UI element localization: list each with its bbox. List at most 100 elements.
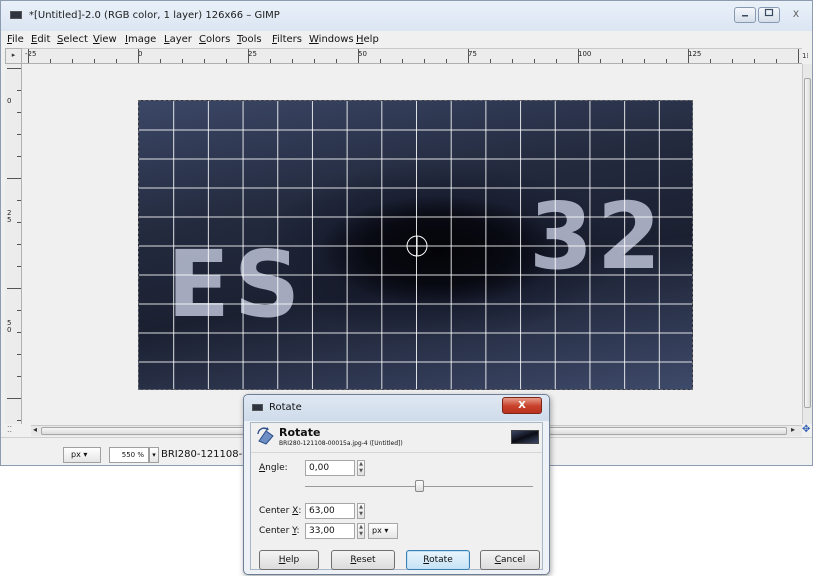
rotate-tool-icon (257, 427, 274, 445)
ruler-tick (204, 59, 205, 63)
ruler-tick (380, 59, 381, 63)
minimize-icon (742, 15, 748, 17)
spin-down-icon: ▼ (359, 531, 363, 537)
dialog-title: Rotate (269, 402, 302, 413)
ruler-tick (468, 49, 469, 63)
navigate-icon[interactable]: ✥ (802, 425, 812, 436)
maximize-button[interactable] (758, 7, 780, 23)
scroll-right-icon[interactable]: ▸ (791, 425, 795, 434)
angle-input[interactable]: 0,00 (305, 460, 355, 476)
center-x-spinner[interactable]: ▲ ▼ (357, 503, 365, 519)
ruler-tick (424, 59, 425, 63)
image-thumbnail (511, 430, 539, 444)
ruler-tick (28, 49, 29, 63)
rotate-dialog: Rotate X Rotate BRI280-121108-00015a.jpg… (243, 394, 550, 575)
quick-mask-icon[interactable]: ⁚⁚ (7, 425, 21, 436)
center-x-label: Center X: (259, 506, 302, 516)
image-layer[interactable]: ES 32 (138, 100, 693, 390)
window-title: *[Untitled]-2.0 (RGB color, 1 layer) 126… (29, 10, 280, 21)
menu-layer[interactable]: Layer (164, 34, 192, 45)
center-y-input[interactable]: 33,00 (305, 523, 355, 539)
menu-tools[interactable]: Tools (237, 34, 262, 45)
ruler-tick (754, 59, 755, 63)
menu-view[interactable]: View (93, 34, 117, 45)
dialog-subheading: BRI280-121108-00015a.jpg-4 ([Untitled]) (279, 440, 403, 447)
minimize-button[interactable] (734, 7, 756, 23)
menu-bar: File Edit Select View Image Layer Colors… (1, 32, 812, 48)
ruler-tick (17, 112, 21, 113)
dialog-close-button[interactable]: X (502, 397, 542, 414)
menu-image[interactable]: Image (125, 34, 156, 45)
ruler-tick (534, 59, 535, 63)
ruler-tick (248, 49, 249, 63)
ruler-tick (17, 200, 21, 201)
ruler-tick (578, 49, 579, 63)
ruler-tick (138, 49, 139, 63)
ruler-tick (17, 266, 21, 267)
reset-button[interactable]: Reset (331, 550, 395, 570)
ruler-label: 0 (7, 97, 12, 105)
ruler-tick (17, 354, 21, 355)
angle-slider-handle[interactable] (414, 480, 424, 492)
menu-file[interactable]: File (7, 34, 24, 45)
center-unit-select[interactable]: px ▾ (368, 523, 398, 539)
ruler-tick (7, 178, 21, 179)
menu-select[interactable]: Select (57, 34, 88, 45)
ruler-tick (17, 376, 21, 377)
center-x-input[interactable]: 63,00 (305, 503, 355, 519)
ruler-tick (7, 288, 21, 289)
menu-help[interactable]: Help (356, 34, 379, 45)
ruler-tick (314, 59, 315, 63)
ruler-tick (72, 59, 73, 63)
ruler-tick (17, 244, 21, 245)
spin-down-icon: ▼ (359, 468, 363, 474)
ruler-tick (358, 49, 359, 63)
ruler-label: 125 (688, 50, 702, 58)
ruler-label: 100 (578, 50, 592, 58)
menu-windows[interactable]: Windows (309, 34, 354, 45)
horizontal-ruler[interactable]: -25 0 25 50 75 100 125 (22, 48, 802, 64)
triangle-right-icon: ▸ (11, 51, 16, 59)
scroll-left-icon[interactable]: ◂ (33, 425, 37, 434)
ruler-tick (17, 134, 21, 135)
ruler-label: 25 (248, 50, 257, 58)
ruler-tick (94, 59, 95, 63)
center-y-spinner[interactable]: ▲ ▼ (357, 523, 365, 539)
rotate-button[interactable]: Rotate (406, 550, 470, 570)
ruler-tick (336, 59, 337, 63)
zoom-field[interactable]: 550 % (109, 447, 149, 463)
ruler-tick (688, 49, 689, 63)
cancel-button[interactable]: Cancel (480, 550, 540, 570)
vertical-scrollbar[interactable] (802, 64, 812, 424)
ruler-tick (644, 59, 645, 63)
ruler-end-icon: 1⁞ (802, 52, 809, 60)
ruler-tick (622, 59, 623, 63)
ruler-tick (17, 222, 21, 223)
menu-edit[interactable]: Edit (31, 34, 50, 45)
ruler-label: -25 (25, 50, 37, 58)
ruler-tick (17, 332, 21, 333)
ruler-tick (512, 59, 513, 63)
help-button[interactable]: Help (259, 550, 319, 570)
ruler-label: 50 (7, 319, 12, 334)
zoom-dropdown-button[interactable]: ▾ (149, 447, 159, 463)
ruler-tick (160, 59, 161, 63)
ruler-tick (776, 59, 777, 63)
ruler-corner-menu-button[interactable]: ▸ (5, 48, 22, 64)
ruler-tick (490, 59, 491, 63)
dialog-title-bar[interactable]: Rotate X (244, 395, 549, 421)
vertical-ruler[interactable]: 0 25 50 (5, 64, 22, 424)
center-y-label: Center Y: (259, 526, 300, 536)
menu-colors[interactable]: Colors (199, 34, 230, 45)
vertical-scrollbar-thumb[interactable] (804, 78, 811, 408)
menu-filters[interactable]: Filters (272, 34, 302, 45)
title-bar: *[Untitled]-2.0 (RGB color, 1 layer) 126… (1, 1, 812, 31)
image-canvas[interactable]: ES 32 (23, 65, 802, 424)
ruler-tick (600, 59, 601, 63)
close-icon: X (518, 400, 526, 411)
dialog-header: Rotate BRI280-121108-00015a.jpg-4 ([Unti… (251, 423, 542, 453)
angle-spinner[interactable]: ▲ ▼ (357, 460, 365, 476)
close-window-button[interactable]: X (784, 7, 808, 23)
unit-select[interactable]: px ▾ (63, 447, 101, 463)
ruler-tick (798, 49, 799, 63)
